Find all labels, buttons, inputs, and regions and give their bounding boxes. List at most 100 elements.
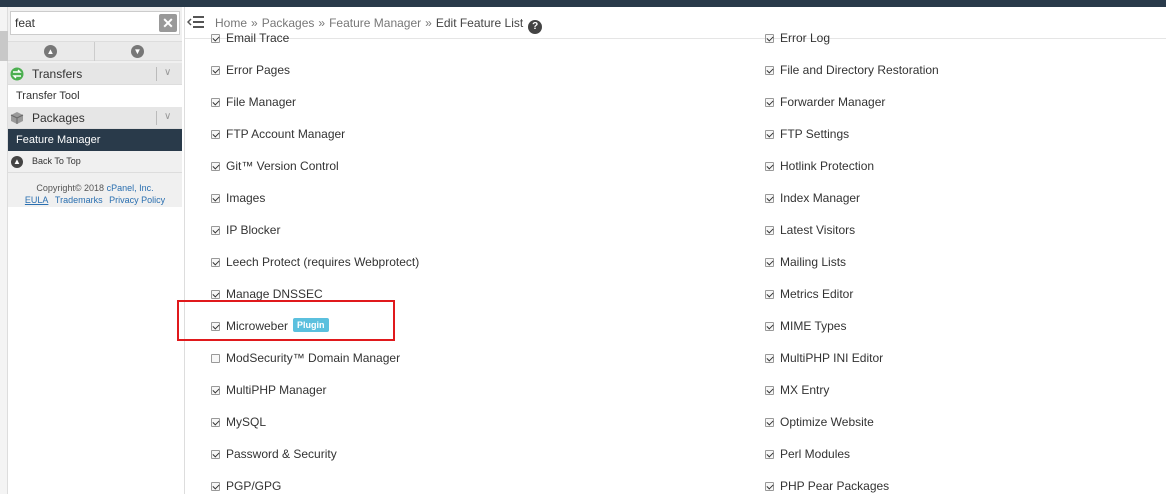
sidebar-section-transfers[interactable]: Transfers ∨	[8, 63, 182, 85]
feature-checkbox[interactable]	[211, 34, 220, 43]
feature-label[interactable]: Forwarder Manager	[780, 95, 885, 109]
arrow-down-icon: ▼	[131, 45, 144, 58]
sidebar-edge-strip	[0, 7, 8, 494]
feature-label[interactable]: Git™ Version Control	[226, 159, 339, 173]
sidebar: ✕ ▲ ▼ Transfers ∨ Transfer Tool Packages…	[8, 7, 182, 207]
collapse-controls: ▲ ▼	[8, 41, 182, 61]
feature-checkbox[interactable]	[211, 258, 220, 267]
arrow-up-icon: ▲	[44, 45, 57, 58]
feature-checkbox[interactable]	[211, 450, 220, 459]
chevron-down-icon: ∨	[164, 67, 172, 78]
feature-checkbox[interactable]	[211, 98, 220, 107]
search-input[interactable]	[15, 14, 155, 32]
feature-label[interactable]: Latest Visitors	[780, 223, 855, 237]
feature-label[interactable]: File Manager	[226, 95, 296, 109]
feature-label[interactable]: Hotlink Protection	[780, 159, 874, 173]
sidebar-section-label: Packages	[32, 111, 85, 125]
divider	[156, 67, 157, 81]
feature-checkbox[interactable]	[765, 354, 774, 363]
feature-label[interactable]: Email Trace	[226, 31, 289, 45]
feature-checkbox[interactable]	[211, 354, 220, 363]
feature-checkbox[interactable]	[211, 482, 220, 491]
feature-label[interactable]: Manage DNSSEC	[226, 287, 323, 301]
feature-label[interactable]: MX Entry	[780, 383, 829, 397]
feature-checkbox[interactable]	[211, 194, 220, 203]
breadcrumb-home[interactable]: Home	[215, 16, 247, 30]
collapse-menu-icon[interactable]	[187, 14, 205, 30]
feature-checkbox[interactable]	[765, 482, 774, 491]
breadcrumb-feature-manager[interactable]: Feature Manager	[329, 16, 421, 30]
breadcrumb-separator: »	[425, 16, 432, 30]
copyright: Copyright© 2018 cPanel, Inc.	[8, 183, 182, 193]
feature-label[interactable]: Mailing Lists	[780, 255, 846, 269]
feature-label[interactable]: PHP Pear Packages	[780, 479, 889, 493]
feature-label[interactable]: FTP Settings	[780, 127, 849, 141]
packages-icon	[10, 112, 24, 124]
feature-label[interactable]: Images	[226, 191, 265, 205]
feature-label[interactable]: File and Directory Restoration	[780, 63, 939, 77]
feature-label[interactable]: PGP/GPG	[226, 479, 281, 493]
feature-label[interactable]: Metrics Editor	[780, 287, 853, 301]
sidebar-item-transfer-tool[interactable]: Transfer Tool	[8, 85, 182, 107]
eula-link[interactable]: EULA	[25, 195, 49, 205]
feature-checkbox[interactable]	[211, 162, 220, 171]
feature-label[interactable]: Error Log	[780, 31, 830, 45]
feature-checkbox[interactable]	[765, 194, 774, 203]
trademarks-link[interactable]: Trademarks	[55, 195, 103, 205]
feature-checkbox[interactable]	[765, 226, 774, 235]
divider	[156, 111, 157, 125]
back-to-top-button[interactable]: ▲ Back To Top	[8, 151, 182, 173]
feature-checkbox[interactable]	[765, 66, 774, 75]
feature-label[interactable]: MultiPHP INI Editor	[780, 351, 883, 365]
feature-checkbox[interactable]	[765, 130, 774, 139]
sidebar-toggle-tab[interactable]	[0, 31, 8, 61]
feature-label[interactable]: MySQL	[226, 415, 266, 429]
sidebar-section-packages[interactable]: Packages ∨	[8, 107, 182, 129]
feature-checkbox[interactable]	[765, 418, 774, 427]
cpanel-link[interactable]: cPanel, Inc.	[107, 183, 154, 193]
page-title: Edit Feature List	[435, 16, 524, 30]
feature-checkbox[interactable]	[211, 418, 220, 427]
feature-label[interactable]: IP Blocker	[226, 223, 280, 237]
feature-label[interactable]: MIME Types	[780, 319, 846, 333]
feature-checkbox[interactable]	[211, 226, 220, 235]
sidebar-item-feature-manager[interactable]: Feature Manager	[8, 129, 182, 151]
sidebar-section-label: Transfers	[32, 67, 83, 81]
breadcrumb-separator: »	[251, 16, 258, 30]
feature-checkbox[interactable]	[211, 386, 220, 395]
feature-checkbox[interactable]	[765, 34, 774, 43]
collapse-all-button[interactable]: ▲	[8, 42, 95, 61]
feature-checkbox[interactable]	[211, 66, 220, 75]
content-divider	[184, 7, 185, 494]
help-icon[interactable]: ?	[528, 20, 543, 34]
footer-links: EULA Trademarks Privacy Policy	[8, 195, 182, 205]
search-box: ✕	[10, 11, 180, 35]
highlight-annotation	[177, 300, 395, 341]
feature-label[interactable]: Perl Modules	[780, 447, 850, 461]
feature-checkbox[interactable]	[765, 290, 774, 299]
feature-checkbox[interactable]	[765, 386, 774, 395]
expand-all-button[interactable]: ▼	[95, 42, 182, 61]
feature-checkbox[interactable]	[765, 258, 774, 267]
clear-search-icon[interactable]: ✕	[159, 14, 177, 32]
feature-label[interactable]: FTP Account Manager	[226, 127, 345, 141]
breadcrumb-separator: »	[318, 16, 326, 30]
sidebar-item-label: Transfer Tool	[16, 90, 80, 102]
breadcrumb-packages[interactable]: Packages	[262, 16, 315, 30]
feature-label[interactable]: Index Manager	[780, 191, 860, 205]
feature-checkbox[interactable]	[765, 450, 774, 459]
feature-checkbox[interactable]	[211, 130, 220, 139]
feature-label[interactable]: ModSecurity™ Domain Manager	[226, 351, 400, 365]
arrow-up-circle-icon: ▲	[11, 156, 23, 168]
feature-label[interactable]: Optimize Website	[780, 415, 874, 429]
feature-checkbox[interactable]	[211, 290, 220, 299]
feature-label[interactable]: MultiPHP Manager	[226, 383, 327, 397]
feature-label[interactable]: Password & Security	[226, 447, 337, 461]
privacy-policy-link[interactable]: Privacy Policy	[109, 195, 165, 205]
feature-checkbox[interactable]	[765, 98, 774, 107]
feature-label[interactable]: Error Pages	[226, 63, 290, 77]
feature-checkbox[interactable]	[765, 162, 774, 171]
feature-checkbox[interactable]	[765, 322, 774, 331]
sidebar-item-label: Feature Manager	[16, 134, 101, 146]
feature-label[interactable]: Leech Protect (requires Webprotect)	[226, 255, 419, 269]
